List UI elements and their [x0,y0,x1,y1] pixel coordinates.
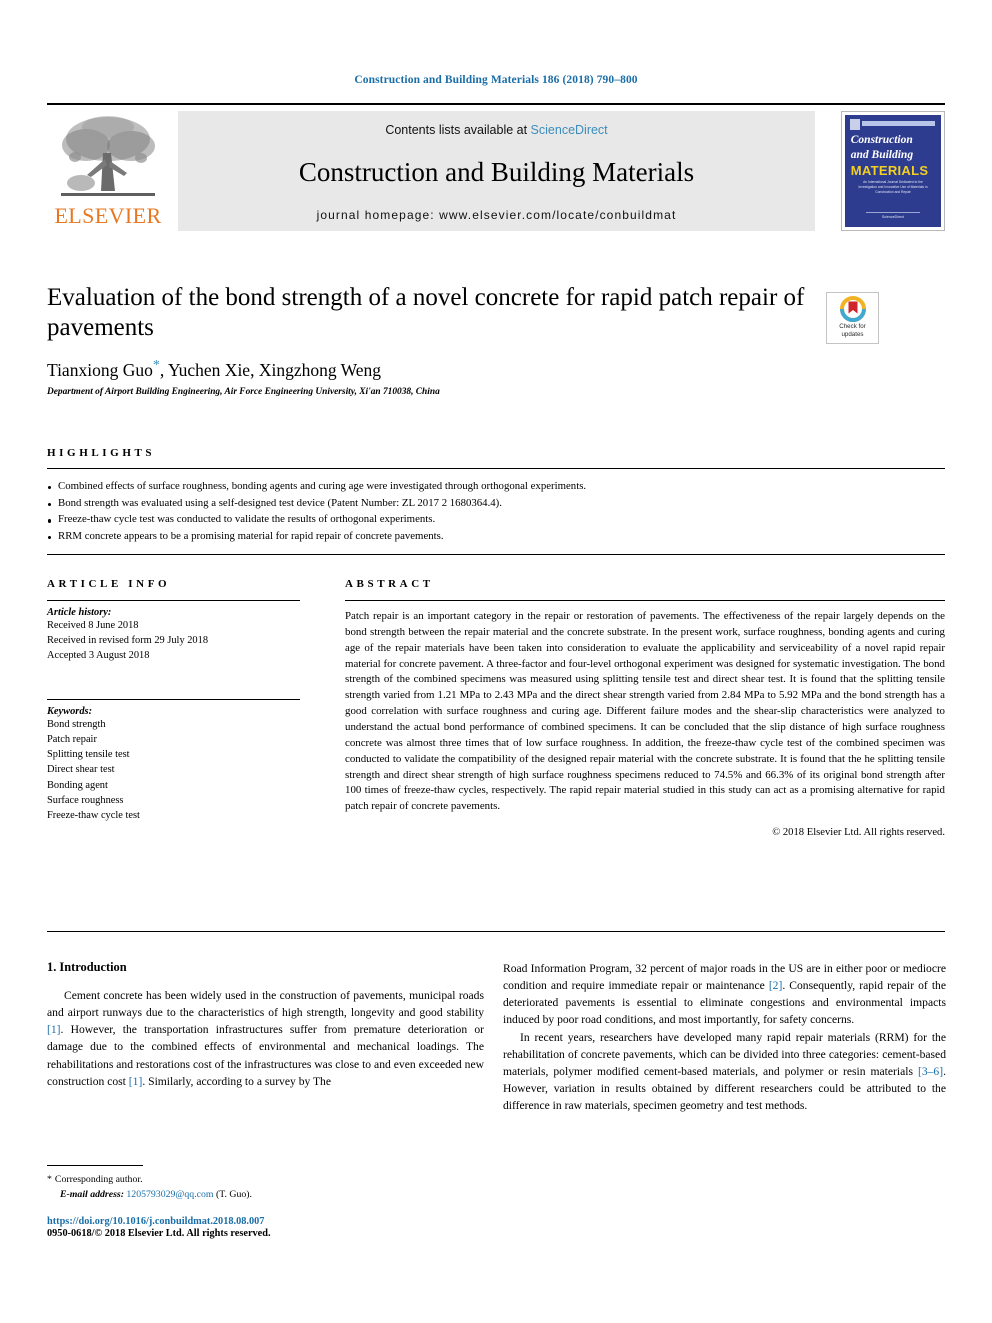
footnote-block: * Corresponding author. E-mail address: 1… [47,1165,484,1202]
cover-title-line-2: and Building [850,148,914,161]
body-top-rule [47,931,945,932]
section-heading-introduction: 1. Introduction [47,960,127,974]
elsevier-tree-icon [61,116,155,196]
cover-title-line-1: Construction [850,134,913,147]
citation-ref[interactable]: [1] [47,1023,61,1036]
list-item: Combined effects of surface roughness, b… [47,478,945,495]
crossmark-line-2: updates [841,330,864,338]
footnote-rule [47,1165,143,1166]
abstract-section: ABSTRACT Patch repair is an important ca… [345,578,945,838]
list-item: Freeze-thaw cycle test was conducted to … [47,511,945,528]
cover-footer: ScienceDirect [866,212,920,219]
highlights-bottom-rule [47,553,945,555]
citation-ref[interactable]: [2] [769,979,783,992]
article-info-label: ARTICLE INFO [47,578,171,590]
affiliation: Department of Airport Building Engineeri… [47,387,440,398]
cover-title-line-3: MATERIALS [850,163,929,179]
highlights-section: HIGHLIGHTS Combined effects of surface r… [47,447,945,555]
keywords-heading: Keywords: [47,706,93,718]
article-history-heading: Article history: [47,607,112,618]
crossmark-label: Check for updates [827,323,878,339]
elsevier-wordmark: ELSEVIER [54,203,162,228]
email-suffix: (T. Guo). [215,1188,252,1200]
intro-paragraph-right-2: In recent years, researchers have develo… [503,1029,946,1115]
cover-top-bar [862,120,936,126]
corresponding-author-text: Corresponding author. [54,1174,143,1185]
intro-paragraph-left: Cement concrete has been widely used in … [47,987,484,1090]
title-block: Evaluation of the bond strength of a nov… [47,283,807,397]
article-title: Evaluation of the bond strength of a nov… [47,284,805,342]
cover-blurb: An International Journal Dedicated to th… [858,179,928,194]
article-history-revised: Received in revised form 29 July 2018 [47,635,209,647]
body-column-left: 1. Introduction Cement concrete has been… [47,960,484,1090]
author-primary: Tianxiong Guo [47,359,153,380]
cover-elsevier-mark-icon [849,119,860,131]
crossmark-line-1: Check for [839,323,866,330]
keyword-item: Bond strength [47,719,106,731]
paper-page: Construction and Building Materials 186 … [0,0,992,1323]
intro-right-text-3: In recent years, researchers have develo… [503,1030,946,1078]
article-info-section: ARTICLE INFO Article history: Received 8… [47,578,300,823]
citation-ref[interactable]: [1] [129,1075,143,1088]
abstract-text: Patch repair is an important category in… [345,610,945,813]
keyword-item: Freeze-thaw cycle test [47,809,140,821]
abstract-label: ABSTRACT [345,578,434,590]
sciencedirect-link[interactable]: ScienceDirect [531,123,608,137]
keyword-item: Patch repair [47,734,97,746]
elsevier-logo: ELSEVIER [47,111,169,231]
keyword-item: Splitting tensile test [47,749,130,761]
body-column-right: Road Information Program, 32 percent of … [503,960,946,1114]
author-rest: , Yuchen Xie, Xingzhong Weng [159,359,382,380]
abstract-copyright: © 2018 Elsevier Ltd. All rights reserved… [772,827,945,839]
email-link[interactable]: 1205793029@qq.com [126,1189,213,1200]
list-item: RRM concrete appears to be a promising m… [47,528,945,545]
running-head: Construction and Building Materials 186 … [354,74,638,86]
corresponding-author-marker: * [152,357,160,373]
journal-cover-thumbnail: Construction and Building MATERIALS An I… [841,111,945,231]
highlights-list: Combined effects of surface roughness, b… [47,469,945,545]
keyword-item: Surface roughness [47,794,124,806]
intro-text-3: . Similarly, according to a survey by Th… [142,1074,332,1088]
intro-paragraph-right-1: Road Information Program, 32 percent of … [503,960,946,1029]
masthead-center-panel: Contents lists available at ScienceDirec… [178,111,815,231]
crossmark-badge[interactable]: Check for updates [826,292,879,344]
doi-link[interactable]: https://doi.org/10.1016/j.conbuildmat.20… [47,1216,487,1227]
journal-masthead: ELSEVIER Contents lists available at Sci… [47,103,945,236]
contents-available-line: Contents lists available at ScienceDirec… [178,123,815,137]
email-label: E-mail address: [60,1188,124,1200]
intro-text-1: Cement concrete has been widely used in … [47,989,484,1020]
contents-prefix: Contents lists available at [385,123,531,137]
keyword-item: Direct shear test [47,764,115,776]
crossmark-ring-icon [839,296,866,322]
citation-ref[interactable]: [3–6] [918,1065,943,1078]
journal-title: Construction and Building Materials [298,157,695,187]
highlights-label: HIGHLIGHTS [47,447,156,459]
corresponding-author-note: * Corresponding author. [47,1173,484,1188]
abstract-rule [345,600,945,601]
email-note: E-mail address: 1205793029@qq.com (T. Gu… [47,1188,484,1203]
page-footer: https://doi.org/10.1016/j.conbuildmat.20… [47,1216,487,1239]
author-list: Tianxiong Guo*, Yuchen Xie, Xingzhong We… [47,358,807,381]
footnote-star: * [47,1174,52,1185]
article-history-accepted: Accepted 3 August 2018 [47,650,150,662]
keywords-block: Keywords: Bond strength Patch repair Spl… [47,699,300,823]
journal-homepage[interactable]: journal homepage: www.elsevier.com/locat… [178,208,815,222]
issn-copyright-line: 0950-0618/© 2018 Elsevier Ltd. All right… [47,1228,271,1239]
list-item: Bond strength was evaluated using a self… [47,495,945,512]
keywords-rule [47,699,300,701]
article-info-rule [47,600,300,601]
article-history-received: Received 8 June 2018 [47,620,139,631]
keyword-item: Bonding agent [47,779,108,791]
